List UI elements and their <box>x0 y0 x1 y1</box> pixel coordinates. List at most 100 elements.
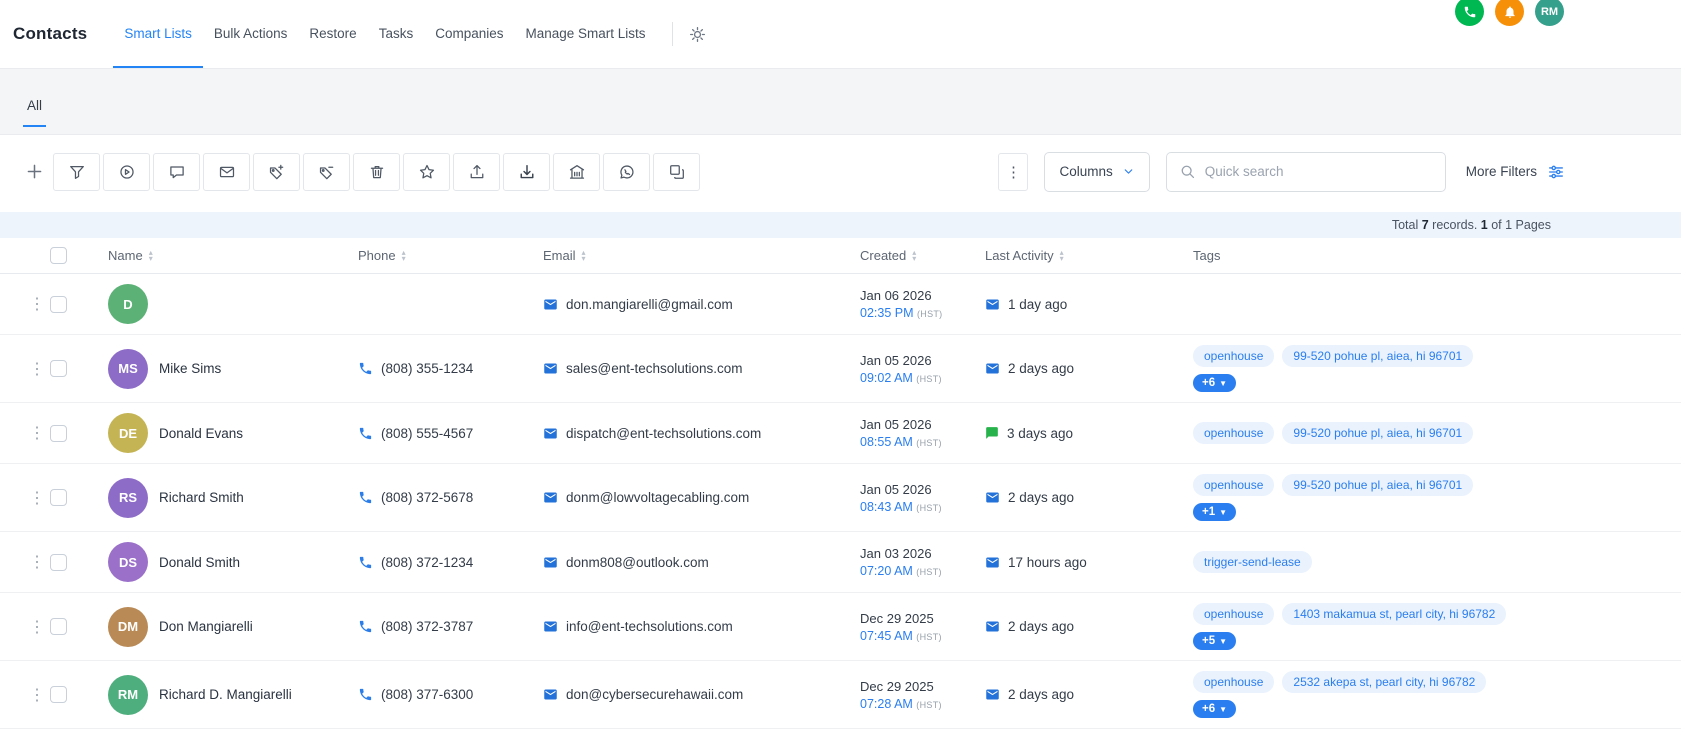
avatar[interactable]: DS <box>108 542 148 582</box>
column-header-email[interactable]: Email ▴ ▾ <box>543 248 860 263</box>
row-checkbox[interactable] <box>50 489 67 506</box>
tag-pill[interactable]: 2532 akepa st, pearl city, hi 96782 <box>1282 671 1487 693</box>
filter-funnel-button[interactable] <box>53 152 100 191</box>
notifications-button[interactable] <box>1495 0 1524 26</box>
select-all-checkbox[interactable] <box>50 247 67 264</box>
tab-smart-lists[interactable]: Smart Lists <box>113 0 203 68</box>
settings-button[interactable] <box>688 25 707 44</box>
tag-pill[interactable]: openhouse <box>1193 422 1275 444</box>
avatar[interactable]: DM <box>108 606 148 647</box>
contact-name[interactable]: Richard D. Mangiarelli <box>159 687 292 702</box>
row-checkbox-cell <box>50 360 95 377</box>
sort-icon[interactable]: ▴ ▾ <box>149 248 153 262</box>
column-header-name[interactable]: Name ▴ ▾ <box>95 248 358 263</box>
avatar[interactable]: RS <box>108 477 148 518</box>
phone-cell: (808) 372-5678 <box>358 490 543 505</box>
row-checkbox[interactable] <box>50 295 67 313</box>
row-checkbox[interactable] <box>50 424 67 442</box>
contact-name[interactable]: Mike Sims <box>159 361 221 376</box>
contact-phone[interactable]: (808) 355-1234 <box>381 361 473 376</box>
row-menu-icon[interactable]: ⋮ <box>29 294 45 314</box>
email-button[interactable] <box>203 152 250 191</box>
star-button[interactable] <box>403 152 450 191</box>
row-menu-icon[interactable]: ⋮ <box>29 685 45 705</box>
contact-email[interactable]: don.mangiarelli@gmail.com <box>566 297 733 312</box>
column-header-last-activity[interactable]: Last Activity ▴ ▾ <box>985 248 1185 263</box>
tag-pill[interactable]: 99-520 pohue pl, aiea, hi 96701 <box>1282 345 1474 367</box>
row-menu-icon[interactable]: ⋮ <box>29 423 45 443</box>
more-tags-badge[interactable]: +1 ▼ <box>1193 503 1237 521</box>
user-avatar[interactable]: RM <box>1535 0 1564 26</box>
email-activity-icon <box>985 619 1000 634</box>
contact-name[interactable]: Don Mangiarelli <box>159 619 253 634</box>
smart-list-tab-all[interactable]: All <box>23 98 47 127</box>
contact-email[interactable]: dispatch@ent-techsolutions.com <box>566 426 761 441</box>
contact-email[interactable]: donm808@outlook.com <box>566 555 709 570</box>
tab-companies[interactable]: Companies <box>424 0 514 68</box>
column-header-phone[interactable]: Phone ▴ ▾ <box>358 248 543 263</box>
contact-phone[interactable]: (808) 372-1234 <box>381 555 473 570</box>
avatar[interactable]: D <box>108 284 148 324</box>
more-tags-badge[interactable]: +5 ▼ <box>1193 632 1237 650</box>
sms-button[interactable] <box>153 152 200 191</box>
contact-name[interactable]: Donald Smith <box>159 555 240 570</box>
avatar[interactable]: RM <box>108 674 148 715</box>
avatar[interactable]: DE <box>108 413 148 453</box>
contact-email[interactable]: info@ent-techsolutions.com <box>566 619 733 634</box>
tab-manage-smart-lists[interactable]: Manage Smart Lists <box>515 0 657 68</box>
columns-button[interactable]: Columns <box>1044 151 1150 192</box>
last-activity: 1 day ago <box>1008 296 1068 312</box>
contact-email[interactable]: donm@lowvoltagecabling.com <box>566 490 749 505</box>
row-menu-icon[interactable]: ⋮ <box>29 488 45 508</box>
sort-icon[interactable]: ▴ ▾ <box>582 248 586 262</box>
row-checkbox[interactable] <box>50 553 67 571</box>
tab-tasks[interactable]: Tasks <box>368 0 425 68</box>
tag-line: openhouse 99-520 pohue pl, aiea, hi 96701 <box>1193 345 1474 367</box>
more-options-button[interactable]: ⋮ <box>998 152 1029 191</box>
more-filters-button[interactable]: More Filters <box>1462 163 1565 181</box>
row-menu-icon[interactable]: ⋮ <box>29 359 45 379</box>
more-tags-badge[interactable]: +6 ▼ <box>1193 374 1237 392</box>
business-button[interactable] <box>553 152 600 191</box>
import-button[interactable] <box>503 152 550 191</box>
whatsapp-button[interactable] <box>603 152 650 191</box>
contact-name[interactable]: Donald Evans <box>159 426 243 441</box>
row-menu-icon[interactable]: ⋮ <box>29 552 45 572</box>
contact-email[interactable]: sales@ent-techsolutions.com <box>566 361 743 376</box>
delete-button[interactable] <box>353 152 400 191</box>
tag-pill[interactable]: openhouse <box>1193 345 1275 367</box>
avatar[interactable]: MS <box>108 348 148 389</box>
row-menu-icon[interactable]: ⋮ <box>29 617 45 637</box>
campaign-button[interactable] <box>103 152 150 191</box>
sort-icon[interactable]: ▴ ▾ <box>402 248 406 262</box>
more-tags-badge[interactable]: +6 ▼ <box>1193 700 1237 718</box>
row-checkbox[interactable] <box>50 360 67 377</box>
contact-phone[interactable]: (808) 372-5678 <box>381 490 473 505</box>
export-button[interactable] <box>453 152 500 191</box>
tag-pill[interactable]: 99-520 pohue pl, aiea, hi 96701 <box>1282 422 1474 444</box>
contact-email[interactable]: don@cybersecurehawaii.com <box>566 687 743 702</box>
contact-phone[interactable]: (808) 372-3787 <box>381 619 473 634</box>
tab-restore[interactable]: Restore <box>298 0 367 68</box>
tag-pill[interactable]: 99-520 pohue pl, aiea, hi 96701 <box>1282 474 1474 496</box>
contact-name[interactable]: Richard Smith <box>159 490 244 505</box>
search-input[interactable] <box>1204 164 1433 179</box>
row-checkbox[interactable] <box>50 686 67 703</box>
tag-pill[interactable]: 1403 makamua st, pearl city, hi 96782 <box>1282 603 1507 625</box>
add-tag-button[interactable] <box>253 152 300 191</box>
tab-bulk-actions[interactable]: Bulk Actions <box>203 0 299 68</box>
contact-phone[interactable]: (808) 555-4567 <box>381 426 473 441</box>
dialer-button[interactable] <box>1455 0 1484 26</box>
merge-button[interactable] <box>653 152 700 191</box>
tag-pill[interactable]: trigger-send-lease <box>1193 551 1312 573</box>
row-checkbox[interactable] <box>50 618 67 635</box>
contact-phone[interactable]: (808) 377-6300 <box>381 687 473 702</box>
remove-tag-button[interactable] <box>303 152 350 191</box>
sort-icon[interactable]: ▴ ▾ <box>1060 248 1064 262</box>
tag-pill[interactable]: openhouse <box>1193 671 1275 693</box>
tag-pill[interactable]: openhouse <box>1193 474 1275 496</box>
sort-icon[interactable]: ▴ ▾ <box>912 248 916 262</box>
add-button[interactable] <box>18 152 50 191</box>
column-header-created[interactable]: Created ▴ ▾ <box>860 248 985 263</box>
tag-pill[interactable]: openhouse <box>1193 603 1275 625</box>
